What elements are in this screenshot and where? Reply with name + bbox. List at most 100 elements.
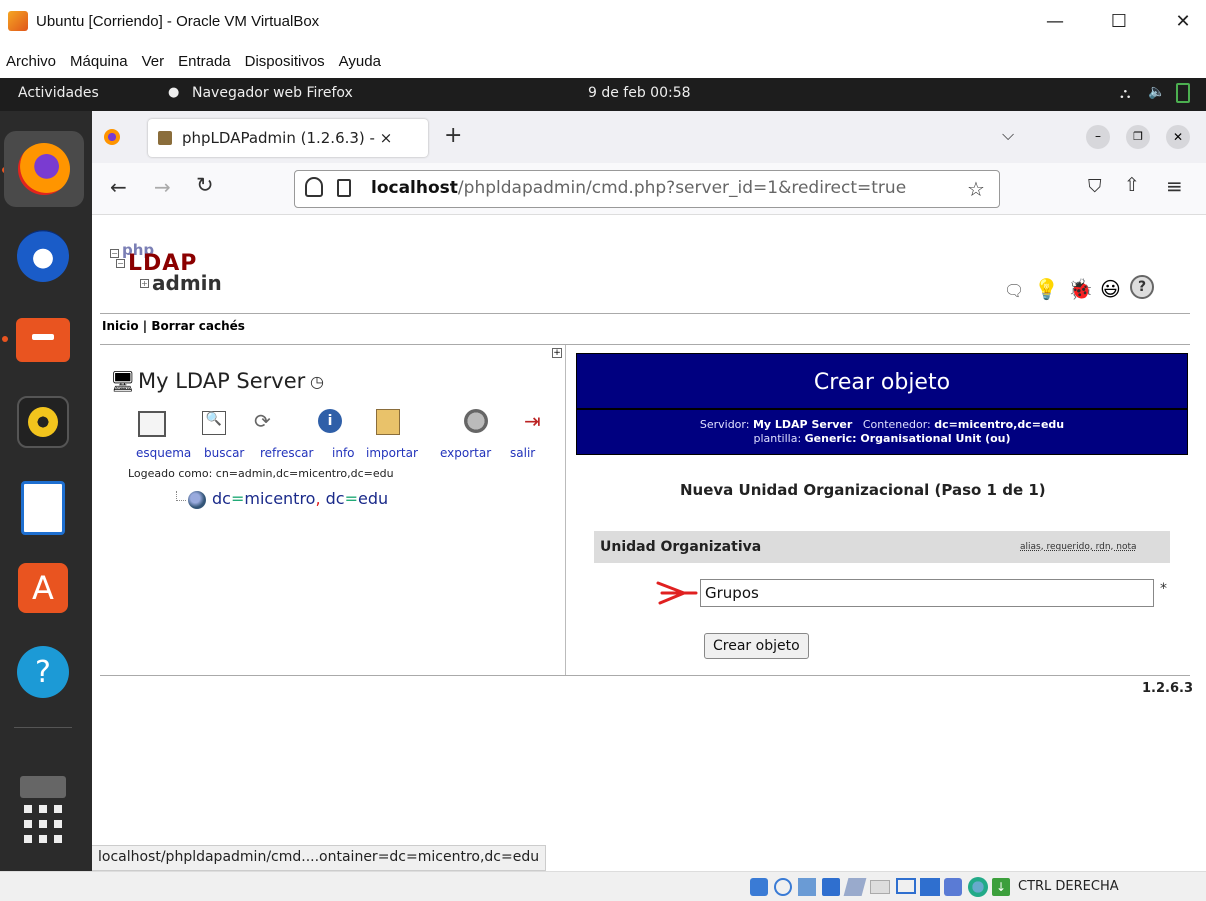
help-bubble-icon[interactable]: 🗨 <box>1004 281 1024 300</box>
dn-eq-2: = <box>344 489 359 508</box>
action-salir[interactable]: salir <box>510 446 535 460</box>
phpldapadmin-logo[interactable]: − php − LDAP + admin <box>110 241 250 297</box>
dock-software[interactable]: A <box>10 555 76 621</box>
nav-inicio[interactable]: Inicio <box>102 319 139 333</box>
firefox-menu-icon[interactable] <box>104 129 120 145</box>
menu-maquina[interactable]: Máquina <box>70 53 128 70</box>
header-divider <box>100 313 1190 314</box>
share-icon[interactable]: ⇧ <box>1124 174 1140 196</box>
web-page: − php − LDAP + admin 🗨 💡 🐞 😃 ? Inicio | … <box>92 215 1206 871</box>
firefox-tabstrip: phpLDAPadmin (1.2.6.3) - × + ⌵ – ❐ ✕ <box>92 111 1206 163</box>
expand-panel-icon[interactable]: + <box>552 348 562 358</box>
attribute-label: Unidad Organizativa <box>600 539 762 555</box>
pocket-icon[interactable]: ⛉ <box>1088 176 1102 197</box>
network-icon[interactable]: ⛬ <box>1120 84 1131 102</box>
back-arrow-icon[interactable]: ← <box>110 175 127 199</box>
dock-files[interactable] <box>10 307 76 373</box>
import-icon[interactable] <box>376 409 400 435</box>
dn-eq-1: = <box>230 489 245 508</box>
smiley-icon[interactable]: 😃 <box>1100 277 1121 301</box>
pla-favicon <box>158 131 172 145</box>
ff-restore-button[interactable]: ❐ <box>1126 125 1150 149</box>
dock-rhythmbox[interactable] <box>10 389 76 455</box>
nav-borrar-caches[interactable]: Borrar cachés <box>151 319 245 333</box>
clock[interactable]: 9 de feb 00:58 <box>588 85 691 101</box>
action-buscar[interactable]: buscar <box>204 446 244 460</box>
forward-arrow-icon[interactable]: → <box>154 175 171 199</box>
dock-help[interactable]: ? <box>10 639 76 705</box>
host-key-label: CTRL DERECHA <box>1018 879 1119 894</box>
maximize-button[interactable]: ☐ <box>1096 0 1142 42</box>
action-info[interactable]: info <box>332 446 355 460</box>
show-apps-button[interactable] <box>10 791 76 857</box>
battery-icon[interactable] <box>1176 83 1190 103</box>
tree-panel: + 🖥 My LDAP Server ◷ 🔍 ⟳ i ⇥ esquema bus… <box>100 345 566 675</box>
help-question-icon[interactable]: ? <box>1130 275 1154 299</box>
vbox-capture-icon[interactable] <box>920 878 940 896</box>
volume-icon[interactable]: 🔈 <box>1148 84 1165 100</box>
dn-val-edu: edu <box>358 489 389 508</box>
vbox-guest-icon[interactable] <box>968 877 988 897</box>
info-icon[interactable]: i <box>318 409 342 433</box>
template-value: Generic: Organisational Unit (ou) <box>804 432 1011 445</box>
app-menu[interactable]: Navegador web Firefox <box>192 85 353 101</box>
list-tabs-chevron-icon[interactable]: ⌵ <box>1002 125 1014 145</box>
url-bar[interactable]: localhost/phpldapadmin/cmd.php?server_id… <box>294 170 1000 208</box>
shield-icon[interactable] <box>305 177 323 197</box>
bulb-icon[interactable]: 💡 <box>1034 277 1059 301</box>
vbox-audio-icon[interactable] <box>798 878 816 896</box>
hamburger-menu-icon[interactable]: ≡ <box>1166 174 1183 198</box>
dock-firefox[interactable] <box>4 131 84 207</box>
new-tab-button[interactable]: + <box>444 123 462 148</box>
tree-entry-dn[interactable]: dc=micentro, dc=edu <box>212 489 388 508</box>
server-value: My LDAP Server <box>752 418 853 431</box>
url-host: localhost <box>371 178 458 198</box>
vbox-optical-icon[interactable] <box>774 878 792 896</box>
action-importar[interactable]: importar <box>366 446 418 460</box>
search-icon[interactable]: 🔍 <box>202 411 226 435</box>
logout-icon[interactable]: ⇥ <box>524 409 541 433</box>
menu-ver[interactable]: Ver <box>142 53 165 70</box>
activities-button[interactable]: Actividades <box>18 85 99 101</box>
menu-dispositivos[interactable]: Dispositivos <box>245 53 325 70</box>
vbox-display-icon[interactable] <box>896 878 916 894</box>
ff-close-button[interactable]: ✕ <box>1166 125 1190 149</box>
tree-collapse-icon-2: − <box>116 259 125 268</box>
vbox-shared-folder-icon[interactable] <box>870 880 890 894</box>
page-info-icon[interactable] <box>337 179 351 197</box>
url-text[interactable]: localhost/phpldapadmin/cmd.php?server_id… <box>371 178 906 198</box>
vbox-usb-icon[interactable] <box>843 878 867 896</box>
minimize-button[interactable]: — <box>1032 0 1078 42</box>
bookmark-star-icon[interactable]: ☆ <box>967 177 985 201</box>
running-indicator-files <box>2 336 8 342</box>
export-icon[interactable] <box>464 409 488 433</box>
action-exportar[interactable]: exportar <box>440 446 491 460</box>
refresh-icon[interactable]: ⟳ <box>254 409 271 433</box>
vbox-vt-icon[interactable] <box>944 878 962 896</box>
vbox-app-icon <box>8 11 28 31</box>
schema-icon[interactable] <box>138 411 166 437</box>
step-title: Nueva Unidad Organizacional (Paso 1 de 1… <box>680 481 1046 499</box>
create-object-button[interactable]: Crear objeto <box>704 633 809 659</box>
menu-entrada[interactable]: Entrada <box>178 53 231 70</box>
vbox-arrow-down-icon[interactable]: ↓ <box>992 878 1010 896</box>
action-refrescar[interactable]: refrescar <box>260 446 313 460</box>
menu-archivo[interactable]: Archivo <box>6 53 56 70</box>
vbox-statusbar: ↓ CTRL DERECHA <box>0 871 1206 901</box>
dock-thunderbird[interactable] <box>10 223 76 289</box>
action-esquema[interactable]: esquema <box>136 446 191 460</box>
tab-phpldapadmin[interactable]: phpLDAPadmin (1.2.6.3) - × <box>148 119 428 157</box>
dock-writer[interactable] <box>10 475 76 541</box>
vbox-hdd-icon[interactable] <box>750 878 768 896</box>
bug-icon[interactable]: 🐞 <box>1068 277 1093 301</box>
create-object-subheader: Servidor: My LDAP Server Contenedor: dc=… <box>576 409 1188 455</box>
reload-icon[interactable]: ↻ <box>196 173 214 197</box>
ff-minimize-button[interactable]: – <box>1086 125 1110 149</box>
close-button[interactable]: ✕ <box>1160 0 1206 42</box>
link-status-bar: localhost/phpldapadmin/cmd....ontainer=d… <box>92 845 547 871</box>
server-name[interactable]: My LDAP Server <box>138 369 305 393</box>
menu-ayuda[interactable]: Ayuda <box>339 53 381 70</box>
dock-separator <box>14 727 72 728</box>
vbox-network-icon[interactable] <box>822 878 840 896</box>
ou-input[interactable] <box>700 579 1154 607</box>
